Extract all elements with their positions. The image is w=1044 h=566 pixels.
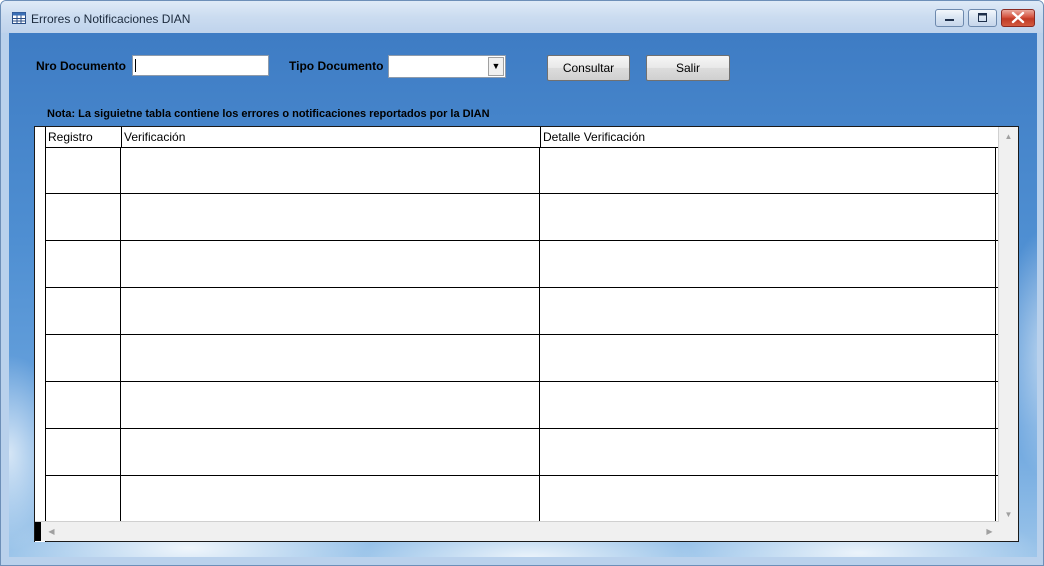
salir-button[interactable]: Salir [646, 55, 730, 81]
table-cell[interactable] [121, 241, 540, 287]
table-cell[interactable] [45, 335, 121, 381]
table-row[interactable] [45, 335, 999, 382]
column-header-detalle-verificacion[interactable]: Detalle Verificación [540, 127, 996, 147]
chevron-down-icon: ▼ [491, 61, 501, 71]
table-cell[interactable] [45, 476, 121, 522]
arrow-down-icon: ▼ [1004, 510, 1013, 519]
window-title: Errores o Notificaciones DIAN [31, 12, 191, 26]
table-cell[interactable] [121, 382, 540, 428]
record-marker [35, 522, 41, 541]
dropdown-button[interactable]: ▼ [488, 57, 504, 76]
maximize-button[interactable] [968, 9, 997, 27]
table-cell[interactable] [45, 241, 121, 287]
errors-table[interactable]: Registro Verificación Detalle Verificaci… [34, 126, 1019, 542]
table-row[interactable] [45, 147, 999, 194]
table-cell[interactable] [121, 476, 540, 522]
title-bar[interactable]: Errores o Notificaciones DIAN [1, 1, 1043, 33]
table-row[interactable] [45, 476, 999, 523]
vertical-scrollbar[interactable]: ▲ ▼ [998, 127, 1018, 524]
table-cell[interactable] [540, 288, 996, 334]
close-button[interactable] [1001, 9, 1035, 27]
table-cell[interactable] [121, 335, 540, 381]
tipo-documento-label: Tipo Documento [289, 59, 384, 73]
table-note: Nota: La siguietne tabla contiene los er… [47, 108, 490, 120]
arrow-left-icon: ◀ [48, 527, 55, 536]
table-cell[interactable] [540, 194, 996, 240]
nro-documento-label: Nro Documento [36, 59, 126, 73]
table-cell[interactable] [540, 147, 996, 193]
table-cell[interactable] [45, 194, 121, 240]
arrow-up-icon: ▲ [1004, 132, 1013, 141]
table-cell[interactable] [121, 194, 540, 240]
consultar-button[interactable]: Consultar [547, 55, 630, 81]
table-cell[interactable] [121, 147, 540, 193]
client-area: Nro Documento Tipo Documento ▼ Consultar… [9, 33, 1037, 557]
table-row[interactable] [45, 429, 999, 476]
close-icon [1011, 11, 1025, 24]
table-cell[interactable] [540, 382, 996, 428]
table-row[interactable] [45, 194, 999, 241]
column-header-registro[interactable]: Registro [45, 127, 121, 147]
scrollbar-corner [999, 522, 1018, 541]
minimize-button[interactable] [935, 9, 964, 27]
maximize-icon [978, 13, 987, 22]
minimize-icon [945, 19, 954, 21]
table-cell[interactable] [540, 429, 996, 475]
text-caret [135, 59, 136, 72]
table-cell[interactable] [45, 382, 121, 428]
column-header-verificacion[interactable]: Verificación [121, 127, 540, 147]
table-cell[interactable] [45, 147, 121, 193]
table-row[interactable] [45, 382, 999, 429]
table-window-icon [12, 12, 26, 24]
table-header: Registro Verificación Detalle Verificaci… [35, 127, 999, 148]
table-cell[interactable] [540, 476, 996, 522]
table-cell[interactable] [540, 335, 996, 381]
scroll-up-button[interactable]: ▲ [1000, 128, 1017, 145]
table-row[interactable] [45, 241, 999, 288]
table-cell[interactable] [45, 429, 121, 475]
scroll-down-button[interactable]: ▼ [1000, 506, 1017, 523]
nro-documento-input[interactable] [132, 55, 269, 76]
table-cell[interactable] [45, 288, 121, 334]
tipo-documento-select[interactable]: ▼ [388, 55, 506, 78]
scroll-left-button[interactable]: ◀ [43, 523, 60, 540]
dian-errors-window: Errores o Notificaciones DIAN Nro Docume… [0, 0, 1044, 566]
table-row[interactable] [45, 288, 999, 335]
table-cell[interactable] [540, 241, 996, 287]
table-cell[interactable] [121, 288, 540, 334]
horizontal-scrollbar[interactable]: ◀ ▶ [35, 521, 999, 541]
arrow-right-icon: ▶ [986, 527, 993, 536]
table-cell[interactable] [121, 429, 540, 475]
scroll-right-button[interactable]: ▶ [981, 523, 998, 540]
